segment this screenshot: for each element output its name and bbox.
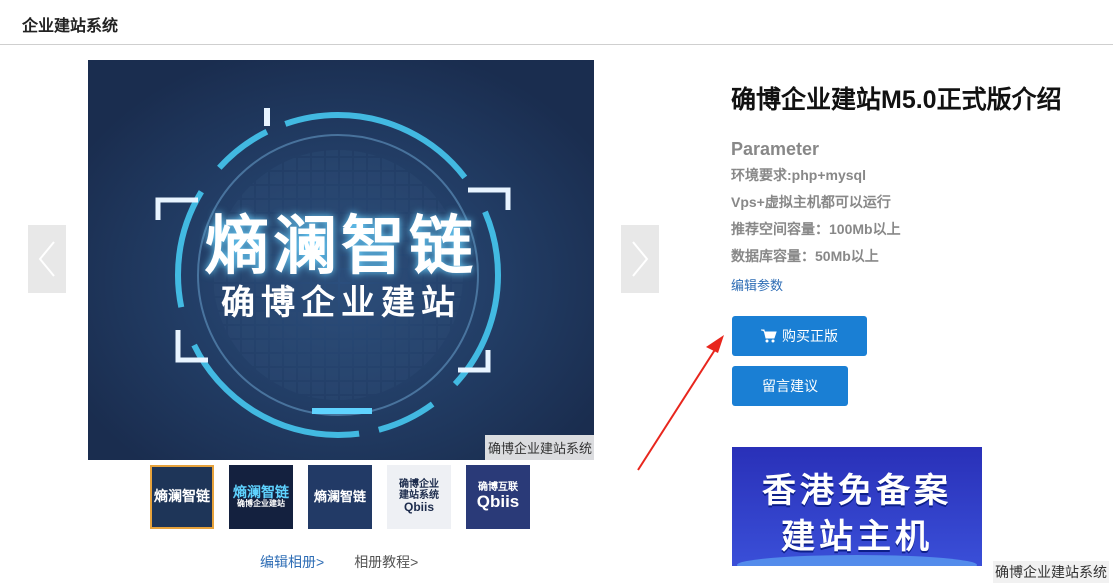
edit-album-link[interactable]: 编辑相册> <box>260 552 324 572</box>
banner-text-1: 香港免备案 <box>762 472 952 510</box>
image-watermark: 确博企业建站系统 <box>484 435 594 460</box>
gallery-next-button[interactable] <box>621 225 659 293</box>
main-product-image[interactable]: 熵澜智链 确博企业建站 确博企业建站系统 <box>88 60 594 460</box>
chevron-left-icon <box>38 241 55 277</box>
thumbnail-1[interactable]: 熵澜智链 <box>150 465 214 529</box>
thumbnail-4-brand: Qbiis <box>403 500 434 515</box>
suggest-button-label: 留言建议 <box>762 378 818 394</box>
param-hosting: Vps+虚拟主机都可以运行 <box>731 194 891 210</box>
main-image-text-2: 确博企业建站 <box>221 284 461 322</box>
thumbnail-3[interactable]: 熵澜智链 <box>308 465 372 529</box>
album-links: 编辑相册> 相册教程> <box>260 552 418 572</box>
main-image-text-1: 熵澜智链 <box>205 210 477 282</box>
gallery-prev-button[interactable] <box>28 225 66 293</box>
top-bar: 企业建站系统 <box>0 0 1113 45</box>
site-title: 企业建站系统 <box>22 18 119 35</box>
thumbnail-2[interactable]: 熵澜智链 确博企业建站 <box>229 465 293 529</box>
thumbnail-5[interactable]: 确博互联 Qbiis <box>466 465 530 529</box>
edit-params-link[interactable]: 编辑参数 <box>731 275 783 294</box>
page-watermark: 确博企业建站系统 <box>993 561 1109 583</box>
thumbnail-4[interactable]: 确博企业 建站系统 Qbiis <box>387 465 451 529</box>
thumbnail-2-text: 熵澜智链 <box>233 483 289 500</box>
thumbnail-3-text: 熵澜智链 <box>313 488 366 504</box>
suggest-button[interactable]: 留言建议 <box>732 366 848 406</box>
banner-text-2: 建站主机 <box>781 518 933 556</box>
shopping-cart-icon <box>761 329 777 343</box>
thumbnail-4-text: 确博企业 <box>399 479 439 491</box>
chevron-right-icon <box>632 241 649 277</box>
param-environment: 环境要求:php+mysql <box>731 167 866 183</box>
thumbnail-2-subtext: 确博企业建站 <box>237 499 285 509</box>
hosting-ad-banner[interactable]: 香港免备案 建站主机 <box>732 447 982 566</box>
param-space: 推荐空间容量：100Mb以上 <box>731 221 901 237</box>
param-database: 数据库容量：50Mb以上 <box>731 248 879 264</box>
product-title: 确博企业建站M5.0正式版介绍 <box>731 86 1062 114</box>
thumbnail-1-text: 熵澜智链 <box>154 488 210 505</box>
buy-button-label: 购买正版 <box>782 328 838 344</box>
parameter-heading: Parameter <box>731 139 820 159</box>
album-tutorial-link[interactable]: 相册教程> <box>354 552 418 572</box>
buy-button[interactable]: 购买正版 <box>732 316 867 356</box>
thumbnail-5-brand: Qbiis <box>476 492 520 512</box>
thumbnail-strip: 熵澜智链 熵澜智链 确博企业建站 熵澜智链 确博企业 建站系统 Qbiis 确博… <box>150 465 530 529</box>
